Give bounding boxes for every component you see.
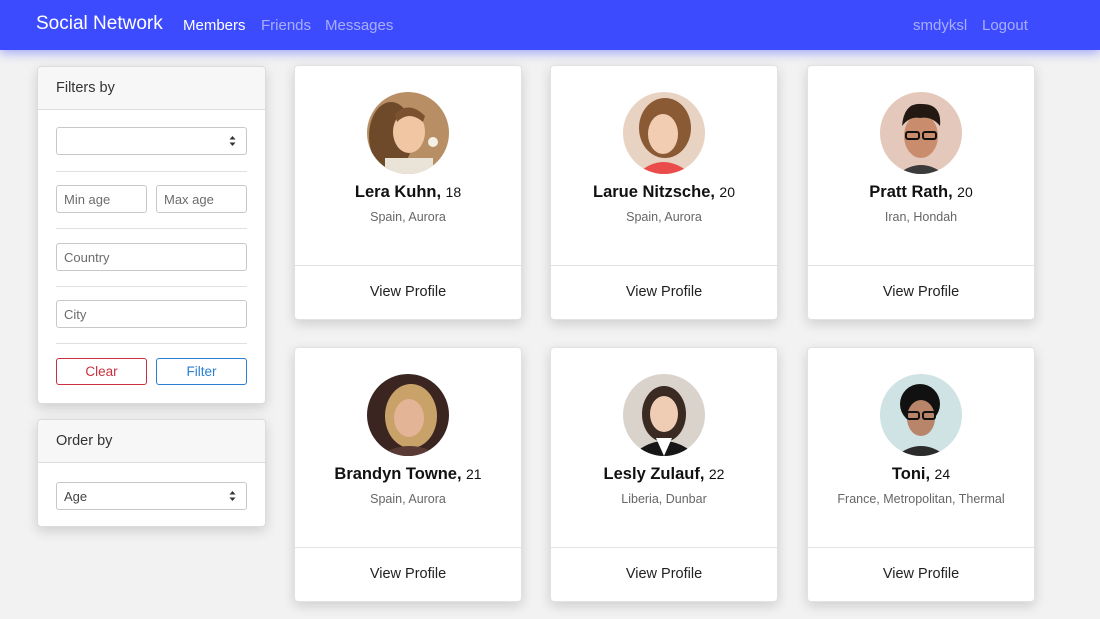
member-age: 18: [445, 184, 462, 200]
city-input[interactable]: [56, 300, 247, 328]
member-name[interactable]: Toni,: [892, 465, 930, 483]
member-name[interactable]: Lera Kuhn,: [355, 183, 441, 201]
member-age: 24: [934, 466, 951, 482]
divider: [56, 171, 247, 172]
gender-select[interactable]: [56, 127, 247, 155]
nav-members[interactable]: Members: [183, 17, 246, 34]
member-card: Pratt Rath, 20 Iran, Hondah View Profile: [807, 65, 1035, 320]
member-card: Larue Nitzsche, 20 Spain, Aurora View Pr…: [550, 65, 778, 320]
view-profile-button[interactable]: View Profile: [808, 265, 1034, 320]
member-location: Liberia, Dunbar: [621, 492, 707, 506]
member-location: Spain, Aurora: [370, 492, 446, 506]
select-arrows-icon: [229, 136, 236, 146]
member-avatar: [623, 374, 705, 456]
filters-panel: Filters by Clear Filter: [37, 66, 266, 404]
clear-button[interactable]: Clear: [56, 358, 147, 385]
member-name-line: Pratt Rath, 20: [808, 183, 1034, 202]
member-age: 22: [708, 466, 725, 482]
logout-link[interactable]: Logout: [982, 17, 1028, 34]
member-age: 20: [957, 184, 973, 200]
member-card: Lera Kuhn, 18 Spain, Aurora View Profile: [294, 65, 522, 320]
member-name-line: Lesly Zulauf, 22: [551, 465, 777, 484]
view-profile-button[interactable]: View Profile: [295, 265, 521, 320]
view-profile-button[interactable]: View Profile: [295, 547, 521, 602]
max-age-input[interactable]: [156, 185, 247, 213]
member-name-line: Lera Kuhn, 18: [295, 183, 521, 202]
member-avatar: [367, 374, 449, 456]
member-card: Lesly Zulauf, 22 Liberia, Dunbar View Pr…: [550, 347, 778, 602]
member-location: Spain, Aurora: [626, 210, 702, 224]
order-select-value: Age: [64, 489, 88, 504]
view-profile-button[interactable]: View Profile: [808, 547, 1034, 602]
divider: [56, 286, 247, 287]
member-location: Iran, Hondah: [884, 210, 958, 224]
filters-header: Filters by: [38, 67, 265, 110]
member-name[interactable]: Larue Nitzsche,: [593, 183, 715, 201]
order-panel: Order by Age: [37, 419, 266, 527]
filter-button[interactable]: Filter: [156, 358, 247, 385]
member-name-line: Larue Nitzsche, 20: [551, 183, 777, 202]
member-name-line: Brandyn Towne, 21: [295, 465, 521, 484]
member-name[interactable]: Lesly Zulauf,: [604, 465, 705, 483]
member-name[interactable]: Brandyn Towne,: [334, 465, 461, 483]
member-avatar: [880, 374, 962, 456]
member-age: 21: [466, 466, 482, 482]
member-age: 20: [719, 184, 735, 200]
member-avatar: [367, 92, 449, 174]
nav-friends[interactable]: Friends: [261, 17, 311, 34]
select-arrows-icon: [229, 491, 236, 501]
min-age-input[interactable]: [56, 185, 147, 213]
order-header: Order by: [38, 420, 265, 463]
country-input[interactable]: [56, 243, 247, 271]
member-card: Toni, 24 France, Metropolitan, Thermal V…: [807, 347, 1035, 602]
member-name-line: Toni, 24: [808, 465, 1034, 484]
top-navbar: Social Network Members Friends Messages …: [0, 0, 1100, 50]
order-select[interactable]: Age: [56, 482, 247, 510]
nav-username[interactable]: smdyksl: [913, 17, 967, 34]
member-location: France, Metropolitan, Thermal: [837, 492, 1005, 506]
brand-logo[interactable]: Social Network: [36, 13, 163, 35]
member-avatar: [623, 92, 705, 174]
view-profile-button[interactable]: View Profile: [551, 265, 777, 320]
view-profile-button[interactable]: View Profile: [551, 547, 777, 602]
member-card: Brandyn Towne, 21 Spain, Aurora View Pro…: [294, 347, 522, 602]
member-name[interactable]: Pratt Rath,: [869, 183, 952, 201]
divider: [56, 228, 247, 229]
divider: [56, 343, 247, 344]
member-avatar: [880, 92, 962, 174]
nav-messages[interactable]: Messages: [325, 17, 393, 34]
member-location: Spain, Aurora: [370, 210, 446, 224]
